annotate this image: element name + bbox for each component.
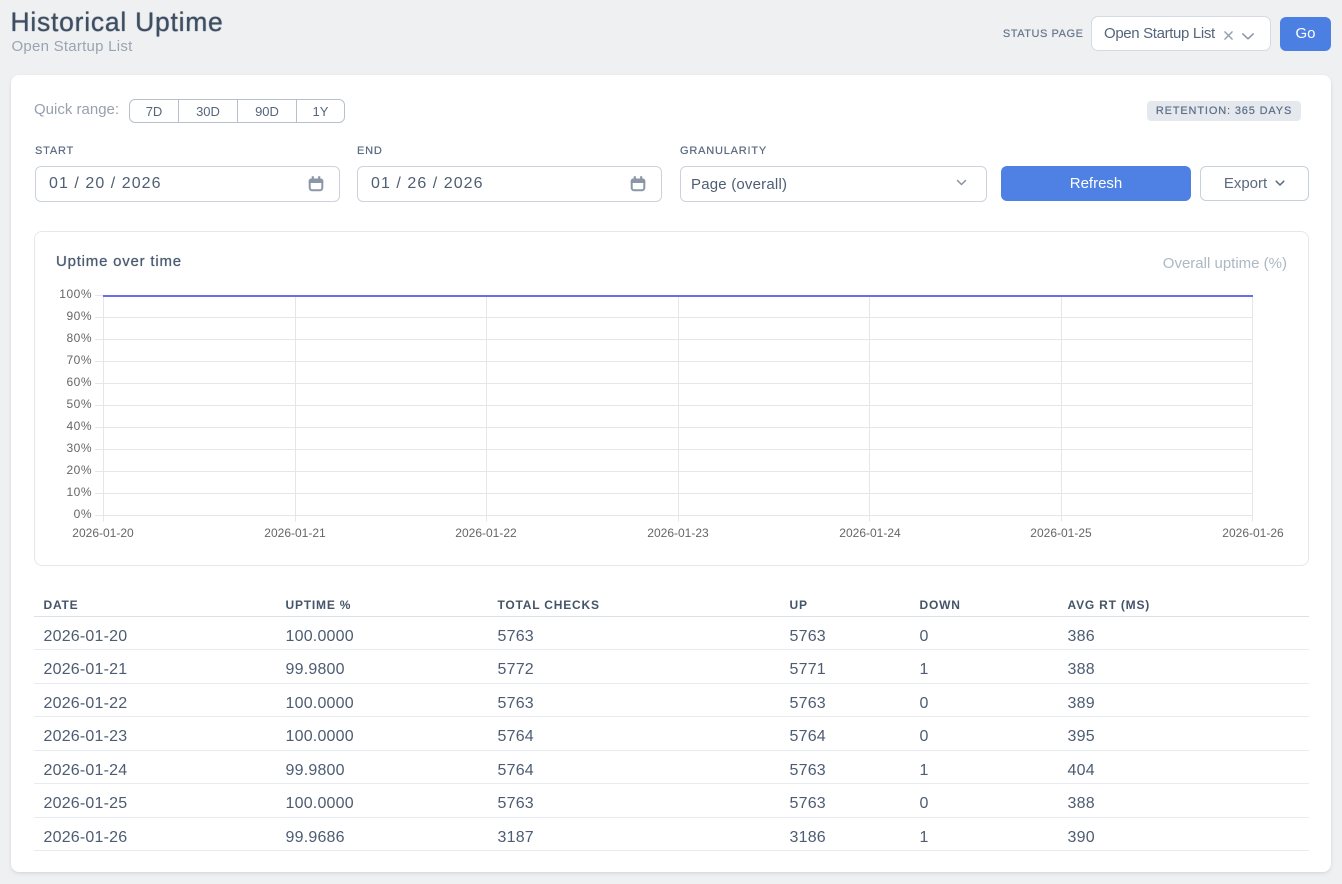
svg-text:60%: 60% [66, 375, 92, 389]
svg-text:2026-01-26: 2026-01-26 [1222, 526, 1284, 540]
svg-text:10%: 10% [66, 485, 92, 499]
svg-text:80%: 80% [66, 331, 92, 345]
svg-text:2026-01-25: 2026-01-25 [1030, 526, 1092, 540]
svg-text:100%: 100% [59, 287, 92, 301]
svg-text:20%: 20% [66, 463, 92, 477]
svg-text:2026-01-20: 2026-01-20 [72, 526, 134, 540]
svg-text:2026-01-23: 2026-01-23 [647, 526, 709, 540]
svg-text:2026-01-22: 2026-01-22 [455, 526, 517, 540]
svg-text:70%: 70% [66, 353, 92, 367]
svg-text:40%: 40% [66, 419, 92, 433]
svg-text:90%: 90% [66, 309, 92, 323]
svg-text:30%: 30% [66, 441, 92, 455]
svg-text:2026-01-24: 2026-01-24 [839, 526, 901, 540]
svg-text:2026-01-21: 2026-01-21 [264, 526, 326, 540]
svg-text:0%: 0% [74, 507, 92, 521]
svg-text:50%: 50% [66, 397, 92, 411]
